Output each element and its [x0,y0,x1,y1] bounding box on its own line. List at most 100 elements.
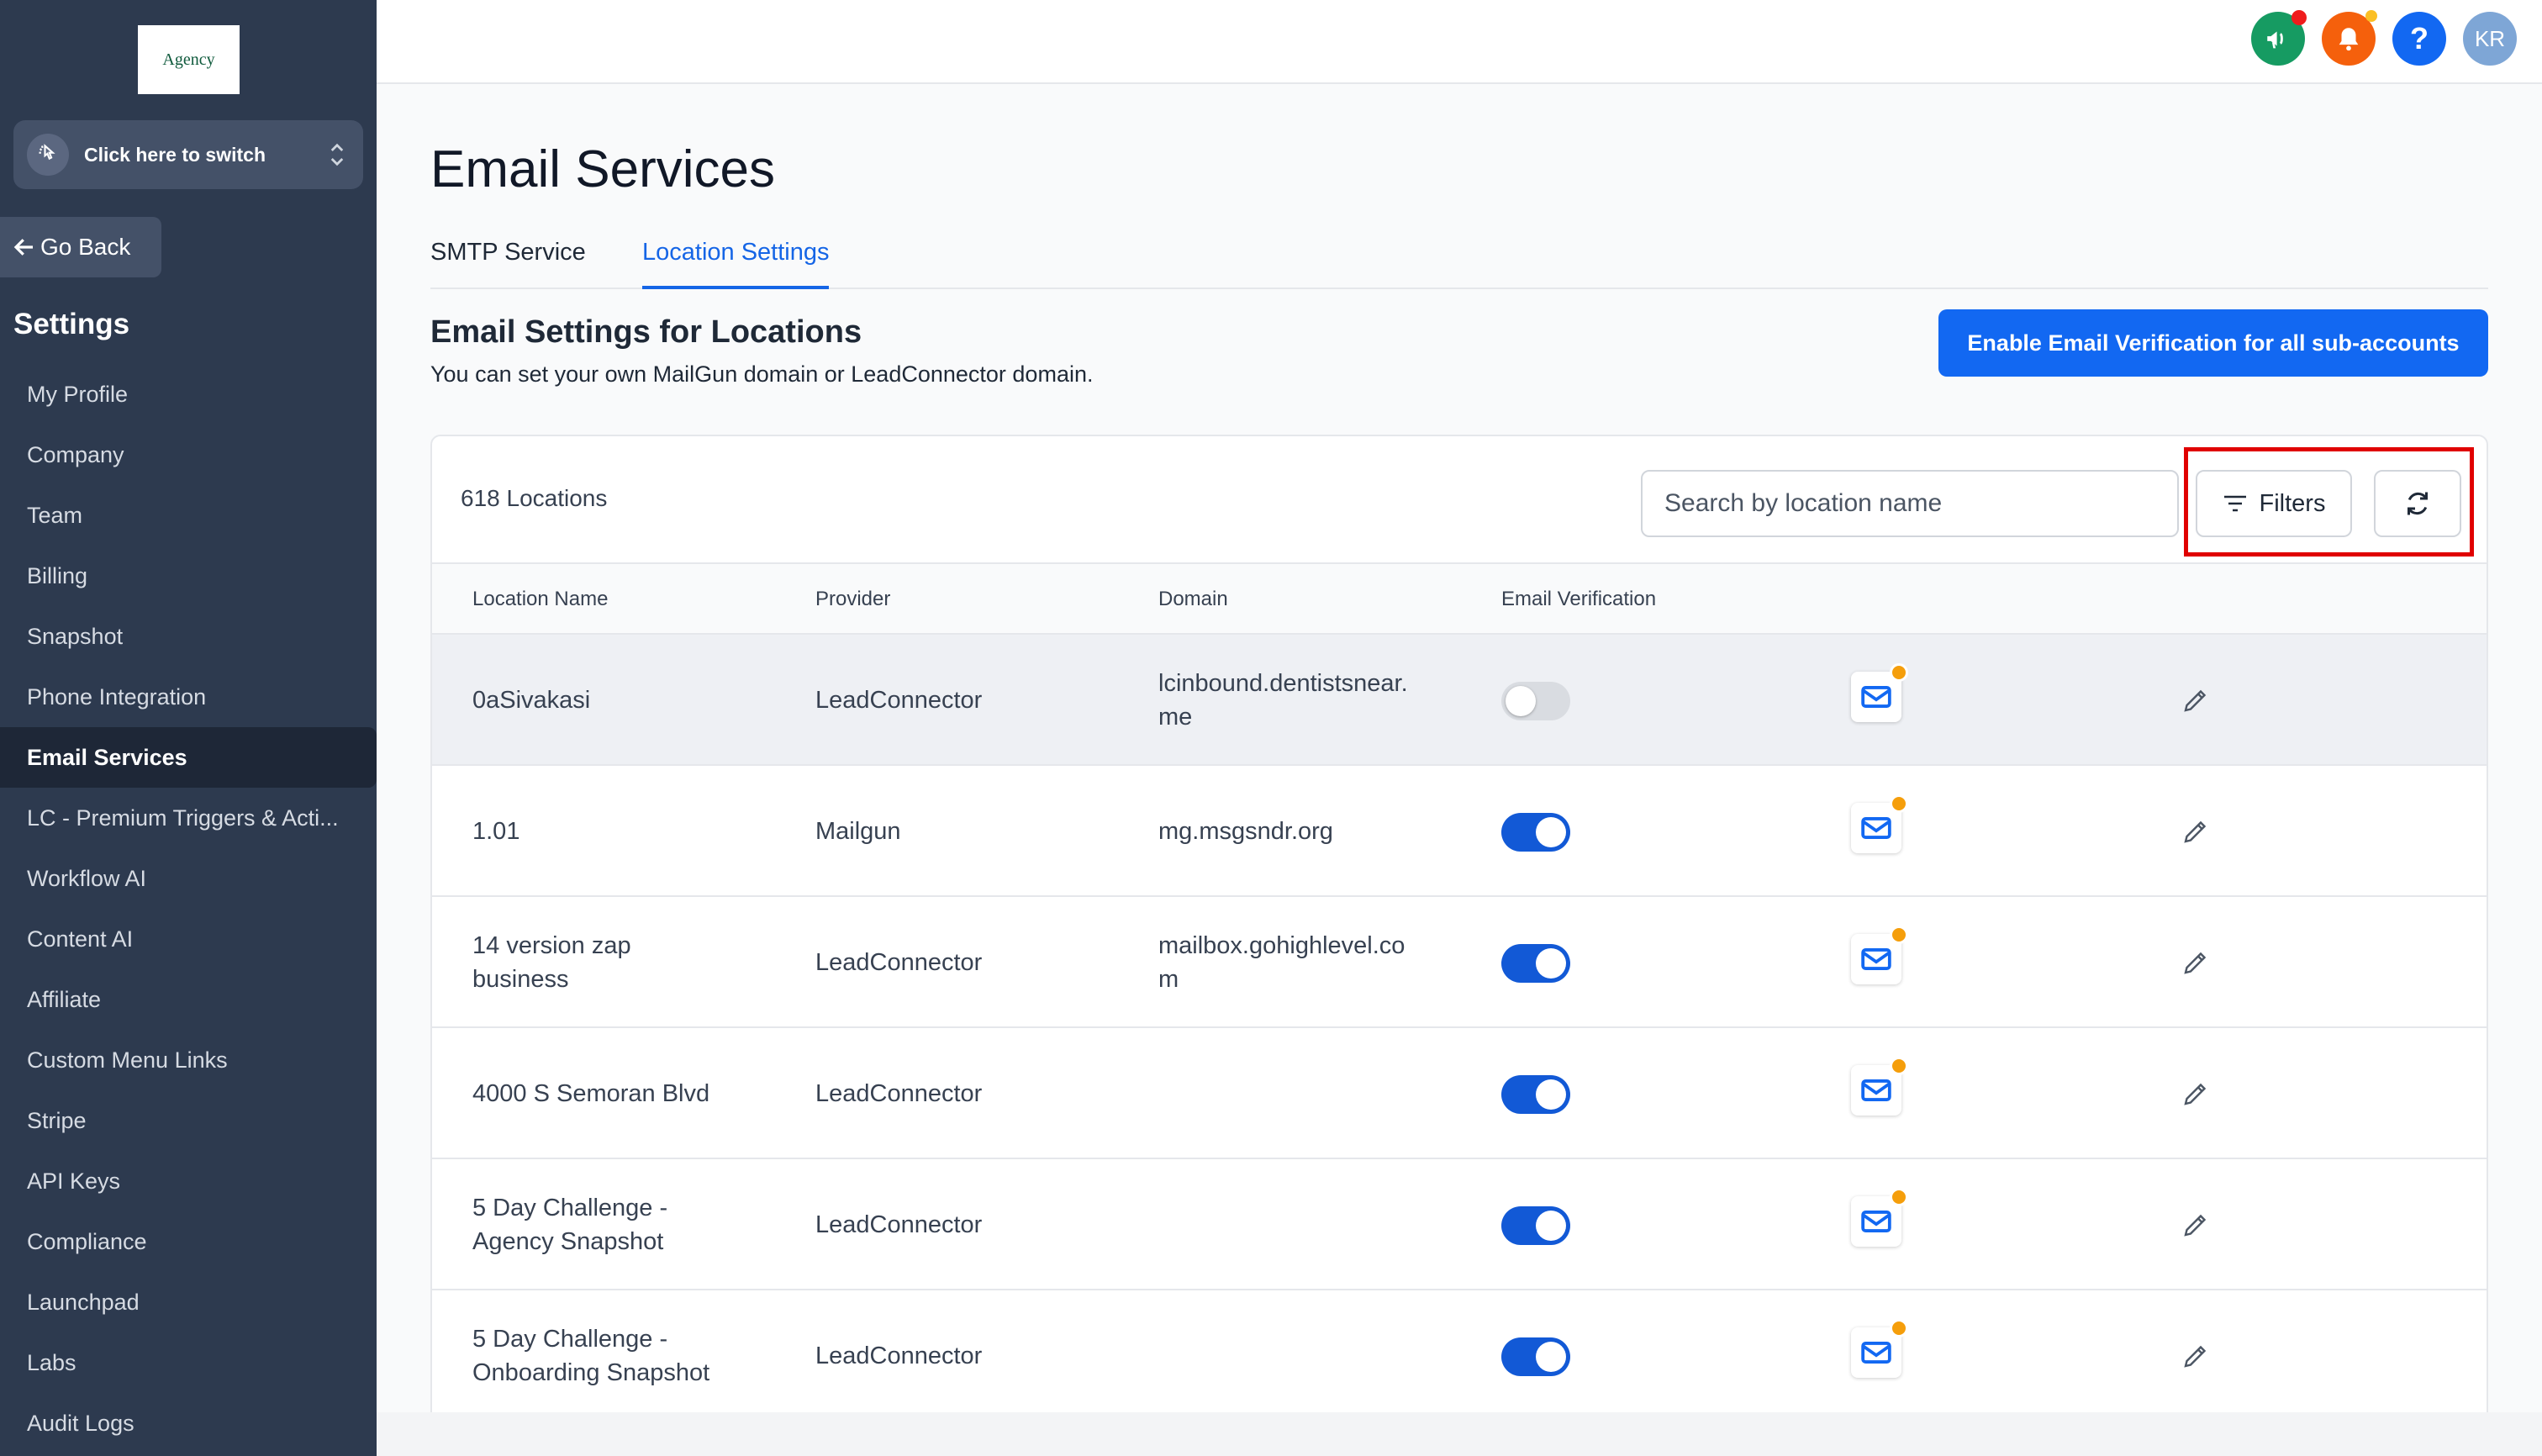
sidebar-item-company[interactable]: Company [0,425,377,485]
mail-icon[interactable] [1851,663,1908,722]
sidebar-item-labs[interactable]: Labs [0,1332,377,1393]
sidebar-item-premium-triggers[interactable]: LC - Premium Triggers & Acti... [0,788,377,848]
mail-status-badge [1890,926,1908,944]
mail-icon[interactable] [1851,794,1908,853]
sidebar-item-compliance[interactable]: Compliance [0,1211,377,1272]
toggle-knob [1536,1211,1566,1241]
provider-cell: LeadConnector [815,687,983,714]
table-row[interactable]: 1.01 Mailgun mg.msgsndr.org [432,766,2487,897]
mail-icon[interactable] [1851,926,1908,984]
sidebar-item-billing[interactable]: Billing [0,546,377,606]
sidebar-item-snapshot[interactable]: Snapshot [0,606,377,667]
page-title: Email Services [430,140,775,198]
tab-smtp-service[interactable]: SMTP Service [430,235,586,289]
mail-status-badge [1890,1319,1908,1337]
mail-status-badge [1890,794,1908,813]
pencil-icon[interactable] [2181,816,2211,847]
page-footer-strip [377,1412,2542,1456]
location-name-cell: 5 Day Challenge - Agency Snapshot [472,1195,668,1255]
sidebar: Agency Click here to switch Go Back Sett… [0,0,377,1456]
sidebar-item-launchpad[interactable]: Launchpad [0,1272,377,1332]
avatar[interactable]: KR [2463,12,2517,66]
provider-cell: LeadConnector [815,949,983,976]
location-name-cell: 1.01 [472,818,520,845]
toggle-knob [1536,1079,1566,1110]
sidebar-item-stripe[interactable]: Stripe [0,1090,377,1151]
pencil-icon[interactable] [2181,1079,2211,1109]
arrow-left-icon [13,239,33,256]
mail-icon[interactable] [1851,1057,1908,1116]
toggle-knob [1506,686,1536,716]
announcements-button[interactable] [2251,10,2307,66]
table-header: Location Name Provider Domain Email Veri… [432,562,2487,635]
provider-cell: LeadConnector [815,1080,983,1107]
domain-cell: mg.msgsndr.org [1158,818,1333,845]
enable-email-verification-button[interactable]: Enable Email Verification for all sub-ac… [1938,309,2488,377]
sidebar-item-affiliate[interactable]: Affiliate [0,969,377,1030]
mail-status-badge [1890,1057,1908,1075]
column-provider: Provider [815,588,891,610]
sidebar-item-audit-logs[interactable]: Audit Logs [0,1393,377,1453]
column-domain: Domain [1158,588,1228,610]
agency-logo[interactable]: Agency [138,25,240,94]
mail-status-badge [1890,663,1908,682]
account-switcher[interactable]: Click here to switch [13,120,363,189]
section-title: Email Settings for Locations [430,314,862,350]
provider-cell: LeadConnector [815,1211,983,1238]
tabs: SMTP Service Location Settings [430,235,2488,289]
tab-location-settings[interactable]: Location Settings [642,235,830,289]
megaphone-icon [2267,31,2283,49]
email-verification-toggle[interactable] [1501,944,1570,983]
pencil-icon[interactable] [2181,1341,2211,1371]
toggle-knob [1536,948,1566,979]
toggle-knob [1536,817,1566,847]
table-row[interactable]: 4000 S Semoran Blvd LeadConnector [432,1028,2487,1159]
table-row[interactable]: 14 version zap business LeadConnector mail… [432,897,2487,1028]
sidebar-item-custom-menu-links[interactable]: Custom Menu Links [0,1030,377,1090]
toggle-knob [1536,1342,1566,1372]
settings-nav: My Profile Company Team Billing Snapshot… [0,364,377,1453]
pencil-icon[interactable] [2181,947,2211,978]
mail-icon[interactable] [1851,1188,1908,1247]
email-verification-toggle[interactable] [1501,813,1570,852]
location-name-cell: 14 version zap business [472,932,631,993]
column-email-verification: Email Verification [1501,588,1657,610]
sidebar-item-content-ai[interactable]: Content AI [0,909,377,969]
table-row[interactable]: 5 Day Challenge - Agency Snapshot LeadCon… [432,1159,2487,1290]
email-verification-toggle[interactable] [1501,1075,1570,1114]
search-input[interactable] [1641,470,2179,537]
domain-cell: mailbox.gohighlevel.co m [1158,932,1405,993]
provider-cell: Mailgun [815,818,901,845]
bell-icon [2339,28,2359,51]
column-location-name: Location Name [472,588,609,610]
sidebar-item-phone-integration[interactable]: Phone Integration [0,667,377,727]
email-verification-toggle[interactable] [1501,682,1570,720]
notification-dot [2365,10,2377,22]
sidebar-item-workflow-ai[interactable]: Workflow AI [0,848,377,909]
email-verification-toggle[interactable] [1501,1206,1570,1245]
logo-text: Agency [162,50,215,69]
table-row[interactable]: 5 Day Challenge - Onboarding Snapshot Lea… [432,1290,2487,1422]
switcher-label: Click here to switch [84,143,266,166]
sidebar-item-my-profile[interactable]: My Profile [0,364,377,425]
notifications-button[interactable] [2322,10,2377,66]
go-back-label: Go Back [40,234,131,260]
sidebar-item-email-services[interactable]: Email Services [0,727,377,788]
sidebar-item-team[interactable]: Team [0,485,377,546]
sidebar-item-api-keys[interactable]: API Keys [0,1151,377,1211]
locations-count: 618 Locations [461,485,608,511]
email-verification-toggle[interactable] [1501,1337,1570,1376]
go-back-button[interactable]: Go Back [0,217,161,277]
locations-card: 618 Locations Filters Location Name Prov… [430,435,2488,1456]
switch-icon [27,134,69,176]
chevron-updown-icon [330,143,344,166]
mail-status-badge [1890,1188,1908,1206]
pencil-icon[interactable] [2181,1210,2211,1240]
highlight-box [2184,447,2474,557]
help-button[interactable]: ? [2392,12,2446,66]
table-row[interactable]: 0aSivakasi LeadConnector lcinbound.dentist… [432,635,2487,766]
pencil-icon[interactable] [2181,685,2211,715]
mail-icon[interactable] [1851,1319,1908,1378]
help-icon: ? [2410,21,2429,55]
location-name-cell: 4000 S Semoran Blvd [472,1080,710,1107]
